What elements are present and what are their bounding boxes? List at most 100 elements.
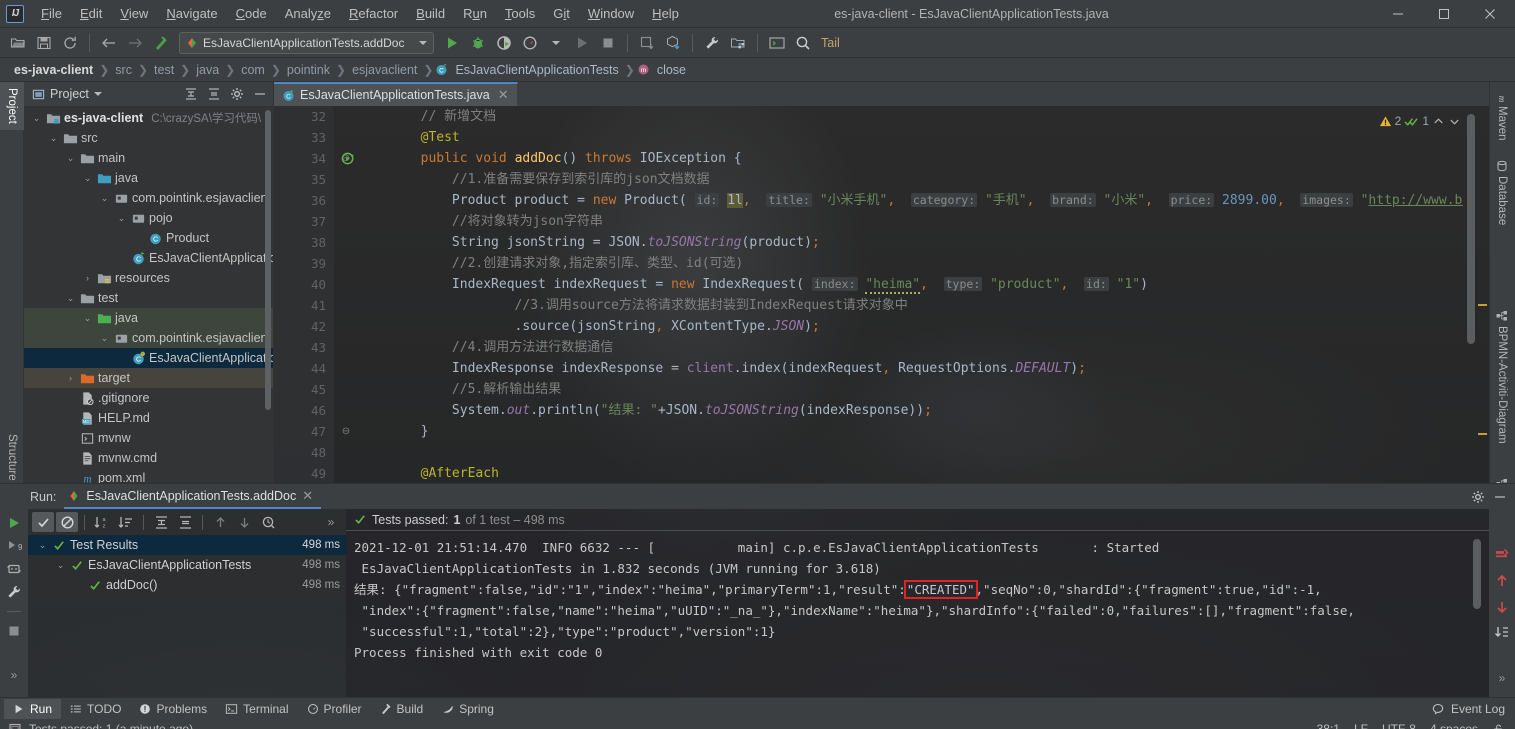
project-tree-scrollbar[interactable] (265, 110, 271, 410)
settings-wrench-icon[interactable] (700, 32, 724, 54)
project-tree-node[interactable]: mvnw (24, 428, 273, 448)
menu-item-view[interactable]: View (111, 2, 157, 25)
chevron-right-icon[interactable]: › (64, 373, 77, 383)
breadcrumb-item-method[interactable]: close (653, 63, 690, 77)
menu-item-navigate[interactable]: Navigate (157, 2, 226, 25)
code-line[interactable]: public void addDoc() throws IOException … (358, 148, 1463, 169)
project-structure-icon[interactable] (726, 32, 750, 54)
tool-strip-item-spring[interactable]: Spring (432, 699, 503, 719)
code-line[interactable]: //1.准备需要保存到索引库的json文档数据 (358, 169, 1463, 190)
console-scrollbar[interactable] (1473, 539, 1481, 609)
project-tree-node[interactable]: C EsJavaClientApplication (24, 248, 273, 268)
run-tab-addDoc[interactable]: EsJavaClientApplicationTests.addDoc ✕ (64, 484, 322, 509)
console-text[interactable]: 2021-12-01 21:51:14.470 INFO 6632 --- [ … (346, 531, 1463, 697)
editor-scrollbar[interactable] (1467, 114, 1475, 344)
show-passed-tests-button[interactable] (32, 512, 54, 532)
hide-ignored-tests-button[interactable] (56, 512, 78, 532)
chevron-down-icon[interactable]: ⌄ (36, 540, 49, 551)
chevron-down-icon[interactable]: ⌄ (54, 560, 67, 571)
expand-all-button[interactable] (182, 85, 200, 103)
sort-alphabetically-button[interactable]: az (91, 512, 113, 532)
menu-item-edit[interactable]: Edit (71, 2, 111, 25)
project-tree-node[interactable]: C Product (24, 228, 273, 248)
chevron-down-icon[interactable]: ⌄ (47, 133, 60, 144)
test-results-tree[interactable]: ⌄ Test Results 498 ms ⌄ EsJavaClientApplicat… (28, 535, 346, 697)
next-failed-test-button[interactable] (233, 512, 255, 532)
chevron-down-icon[interactable]: ⌄ (115, 213, 128, 224)
sidebar-item-structure[interactable]: Structure (0, 428, 24, 487)
code-line[interactable] (358, 442, 1463, 463)
menu-item-analyze[interactable]: Analyze (276, 2, 340, 25)
collapse-all-button[interactable] (205, 85, 223, 103)
code-line[interactable]: } (358, 421, 1463, 442)
debug-icon[interactable] (466, 32, 490, 54)
navigate-forward-icon[interactable] (123, 32, 147, 54)
project-tree-node[interactable]: ⌄ com.pointink.esjavaclient (24, 188, 273, 208)
toggle-auto-test-icon[interactable] (6, 561, 22, 577)
run-with-coverage-icon[interactable] (492, 32, 516, 54)
gutter-line-number[interactable]: 33 (274, 127, 334, 148)
code-line[interactable]: //2.创建请求对象,指定索引库、类型、id(可选) (358, 253, 1463, 274)
line-separator[interactable]: LF (1354, 722, 1368, 729)
gutter-line-number[interactable]: 43 (274, 337, 334, 358)
menu-item-run[interactable]: Run (454, 2, 496, 25)
menu-item-build[interactable]: Build (407, 2, 454, 25)
tool-strip-item-todo[interactable]: TODO (61, 699, 130, 719)
chevron-down-icon[interactable]: ⌄ (30, 113, 43, 124)
code-line[interactable]: // 新增文档 (358, 106, 1463, 127)
sidebar-item-project[interactable]: Project (0, 82, 24, 130)
scroll-up-icon[interactable] (1494, 573, 1510, 589)
code-line[interactable]: Product product = new Product( id: 1l, t… (358, 190, 1463, 211)
test-tree-row[interactable]: ⌄ Test Results 498 ms (28, 535, 346, 555)
code-editor[interactable]: 32 33 34 35 36 37 38 39 40 41 42 43 44 45 46 47 48 49 ⊖ ⊖ … (274, 106, 1489, 483)
close-icon[interactable]: ✕ (498, 87, 509, 103)
project-tree-node[interactable]: m pom.xml (24, 468, 273, 483)
breadcrumb-item-project[interactable]: es-java-client (10, 63, 97, 77)
gutter-line-number[interactable]: 37 (274, 211, 334, 232)
code-line[interactable]: //3.调用source方法将请求数据封装到IndexRequest请求对象中 (358, 295, 1463, 316)
chevron-down-icon[interactable]: ⌄ (98, 193, 111, 204)
breadcrumb-item-java[interactable]: java (192, 63, 223, 77)
chevron-down-icon[interactable] (419, 40, 427, 45)
tool-strip-item-build[interactable]: Build (371, 699, 433, 719)
test-tree-row[interactable]: addDoc() 498 ms (28, 575, 346, 595)
code-line[interactable]: @AfterEach (358, 463, 1463, 483)
profiler-icon[interactable] (518, 32, 542, 54)
code-line[interactable]: IndexResponse indexResponse = client.ind… (358, 358, 1463, 379)
search-everywhere-icon[interactable] (791, 32, 815, 54)
project-tree-node[interactable]: mvnw.cmd (24, 448, 273, 468)
chevron-down-icon[interactable]: ⌄ (98, 333, 111, 344)
breadcrumb-item-pointink[interactable]: pointink (283, 63, 334, 77)
more-actions-icon[interactable]: » (1499, 671, 1506, 685)
gutter-line-number[interactable]: 49 (274, 463, 334, 483)
code-line[interactable]: String jsonString = JSON.toJSONString(pr… (358, 232, 1463, 253)
maximize-button[interactable] (1421, 0, 1467, 27)
download-dependencies-icon[interactable] (661, 32, 685, 54)
gutter-line-number[interactable]: 40 (274, 274, 334, 295)
chevron-down-icon[interactable] (1448, 115, 1461, 128)
rerun-icon[interactable] (570, 32, 594, 54)
gutter-line-number[interactable]: 46 (274, 400, 334, 421)
menu-item-tools[interactable]: Tools (496, 2, 544, 25)
tool-strip-item-run[interactable]: Run (4, 698, 62, 719)
inspection-widget[interactable]: 2 1 (1379, 114, 1461, 128)
project-panel-title-group[interactable]: Project (32, 87, 177, 101)
breadcrumb-item-src[interactable]: src (111, 63, 136, 77)
close-icon[interactable]: ✕ (302, 488, 313, 504)
breadcrumb-item-esjavaclient[interactable]: esjavaclient (348, 63, 421, 77)
gutter-line-number[interactable]: 35 (274, 169, 334, 190)
project-tree-node[interactable]: ⌄ java (24, 308, 273, 328)
menu-item-window[interactable]: Window (579, 2, 643, 25)
project-tree-node[interactable]: ⌄ src (24, 128, 273, 148)
settings-wrench-icon[interactable] (6, 584, 22, 600)
tool-strip-item-profiler[interactable]: Profiler (298, 699, 371, 719)
scroll-to-end-icon[interactable] (1494, 625, 1510, 641)
indent-setting[interactable]: 4 spaces (1430, 722, 1478, 729)
code-fold-toggle[interactable]: ⊖ (340, 421, 352, 442)
event-log-group[interactable]: Event Log (1431, 702, 1515, 716)
chevron-up-icon[interactable] (1432, 115, 1445, 128)
code-line[interactable]: //5.解析输出结果 (358, 379, 1463, 400)
expand-all-button[interactable] (150, 512, 172, 532)
gear-icon[interactable] (1471, 490, 1485, 504)
gear-icon[interactable] (228, 85, 246, 103)
